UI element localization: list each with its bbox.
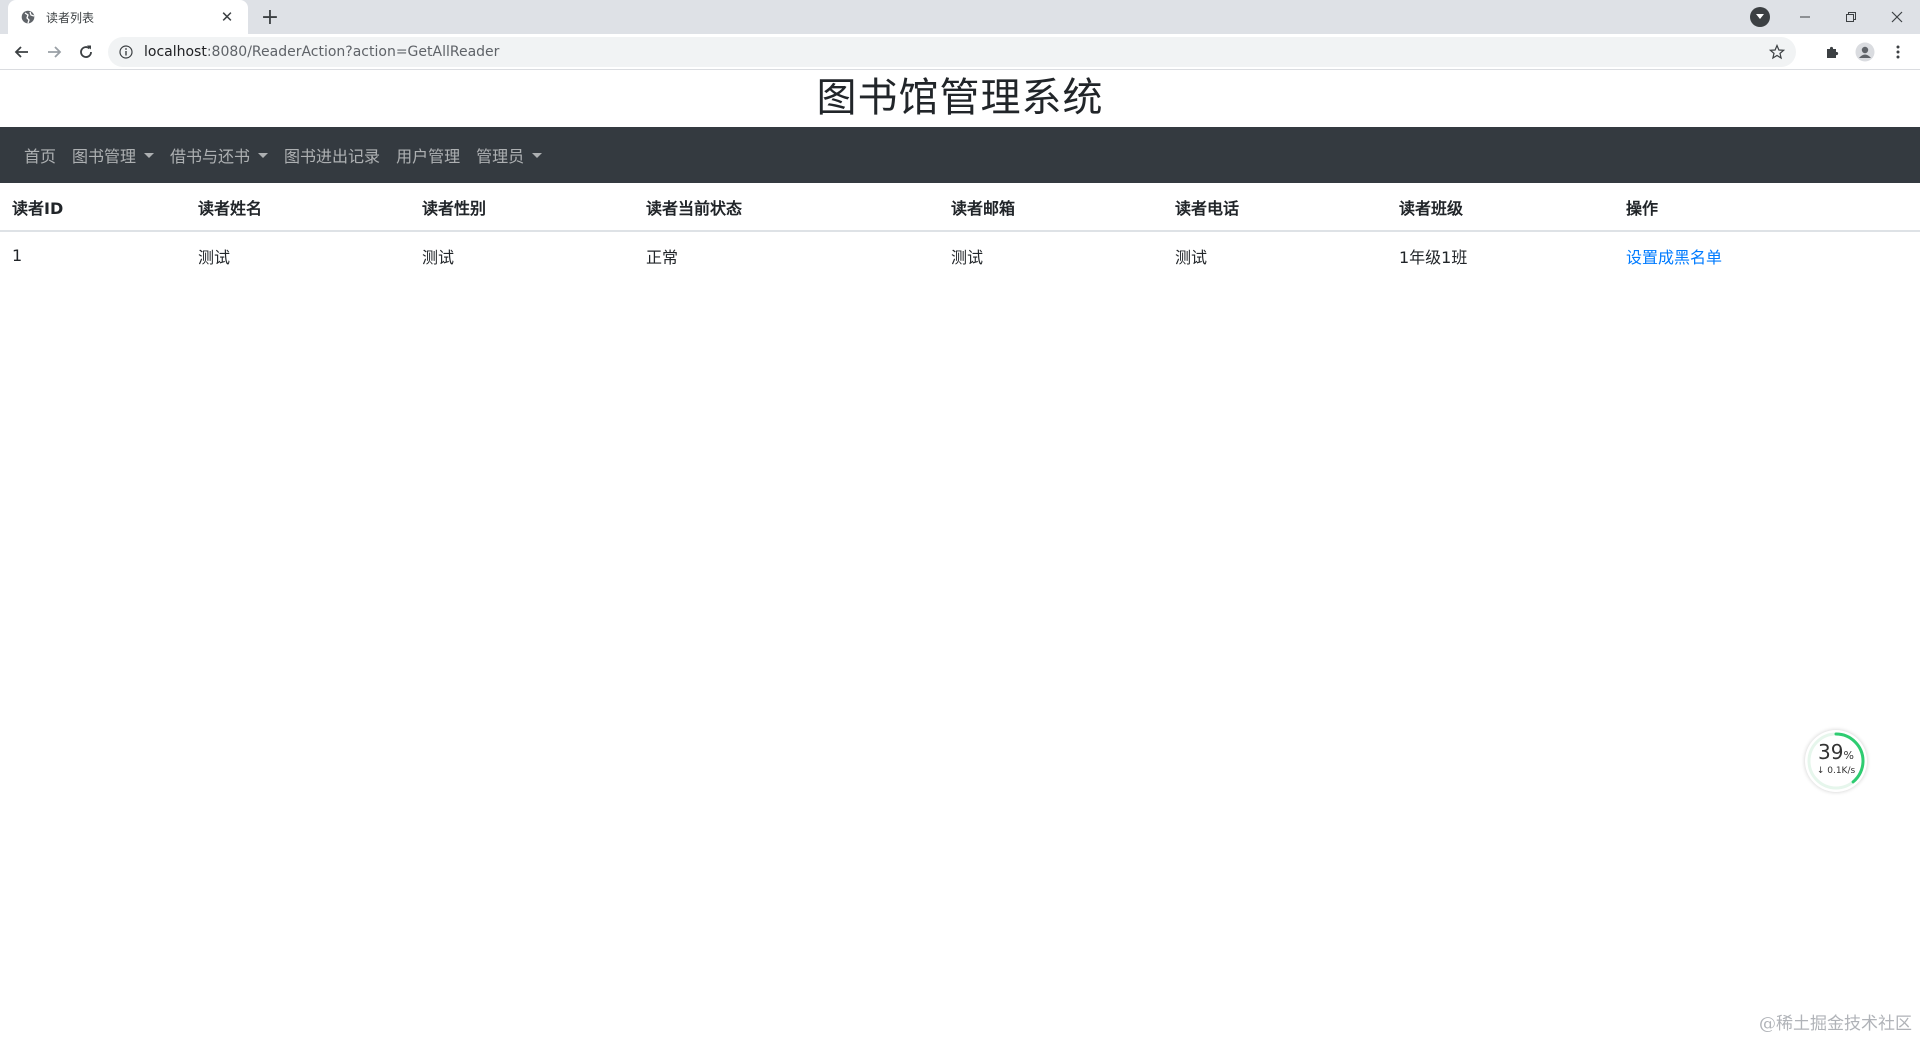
close-icon[interactable]: ✕	[218, 8, 236, 26]
star-icon[interactable]	[1768, 43, 1786, 61]
tab-strip: 读者列表 ✕ +	[0, 0, 1920, 34]
cell-reader-status: 正常	[634, 230, 939, 279]
minimize-icon[interactable]	[1782, 0, 1828, 34]
nav-book-management[interactable]: 图书管理	[64, 135, 162, 175]
reader-table: 读者ID 读者姓名 读者性别 读者当前状态 读者邮箱 读者电话 读者班级 操作 …	[0, 183, 1920, 279]
tab-title: 读者列表	[46, 10, 95, 25]
column-header-gender: 读者性别	[410, 183, 634, 232]
nav-borrow-return-label: 借书与还书	[170, 147, 251, 166]
plus-icon[interactable]: +	[258, 5, 282, 30]
table-header-row: 读者ID 读者姓名 读者性别 读者当前状态 读者邮箱 读者电话 读者班级 操作	[0, 183, 1920, 232]
cell-reader-id: 1	[0, 230, 186, 279]
table-row: 1 测试 测试 正常 测试 测试 1年级1班 设置成黑名单	[0, 230, 1920, 279]
download-arrow-icon: ↓	[1816, 766, 1825, 776]
address-bar[interactable]: localhost:8080/ReaderAction?action=GetAl…	[108, 37, 1796, 67]
browser-toolbar: localhost:8080/ReaderAction?action=GetAl…	[0, 34, 1920, 70]
cell-reader-gender: 测试	[410, 230, 634, 279]
cell-reader-name: 测试	[186, 230, 410, 279]
caret-down-icon	[532, 152, 543, 158]
forward-arrow-icon[interactable]	[40, 38, 68, 66]
url-path: :8080/ReaderAction?action=GetAllReader	[206, 44, 500, 60]
column-header-status: 读者当前状态	[634, 183, 939, 232]
page-content: 图书馆管理系统 首页 图书管理 借书与还书 图书进出记录 用户管理 管理员 读者…	[0, 70, 1920, 1040]
back-arrow-icon[interactable]	[8, 38, 36, 66]
puzzle-icon[interactable]	[1821, 40, 1845, 64]
column-header-phone: 读者电话	[1163, 183, 1387, 232]
kebab-menu-icon[interactable]	[1886, 40, 1910, 64]
column-header-email: 读者邮箱	[939, 183, 1163, 232]
nav-book-management-label: 图书管理	[72, 147, 137, 166]
restore-icon[interactable]	[1828, 0, 1874, 34]
cell-reader-email: 测试	[939, 230, 1163, 279]
cell-action: 设置成黑名单	[1614, 230, 1920, 279]
column-header-id: 读者ID	[0, 183, 186, 232]
nav-book-records[interactable]: 图书进出记录	[276, 135, 388, 175]
main-navbar: 首页 图书管理 借书与还书 图书进出记录 用户管理 管理员	[0, 127, 1920, 183]
nav-book-records-label: 图书进出记录	[284, 147, 381, 166]
cell-reader-phone: 测试	[1163, 230, 1387, 279]
speed-rate-value: 0.1K/s	[1827, 766, 1856, 776]
nav-home-label: 首页	[24, 147, 57, 166]
reload-icon[interactable]	[72, 38, 100, 66]
speed-percent-unit: %	[1843, 749, 1854, 762]
column-header-action: 操作	[1614, 183, 1920, 232]
column-header-class: 读者班级	[1387, 183, 1614, 232]
column-header-name: 读者姓名	[186, 183, 410, 232]
caret-down-icon	[258, 152, 269, 158]
page-title: 图书馆管理系统	[816, 75, 1104, 121]
speed-percent-value: 39	[1818, 740, 1844, 764]
close-window-icon[interactable]	[1874, 0, 1920, 34]
set-blacklist-link[interactable]: 设置成黑名单	[1626, 248, 1722, 267]
nav-home[interactable]: 首页	[16, 135, 64, 175]
cell-reader-class: 1年级1班	[1387, 230, 1614, 279]
nav-user-management[interactable]: 用户管理	[388, 135, 468, 175]
globe-icon	[20, 9, 36, 25]
speed-percent: 39%	[1805, 741, 1867, 767]
network-speed-widget[interactable]: 39% ↓ 0.1K/s	[1805, 730, 1867, 792]
info-icon[interactable]	[118, 44, 134, 60]
url-text: localhost:8080/ReaderAction?action=GetAl…	[144, 44, 499, 60]
url-host: localhost	[144, 44, 207, 60]
nav-borrow-return[interactable]: 借书与还书	[162, 135, 276, 175]
nav-admin-label: 管理员	[476, 147, 525, 166]
profile-icon[interactable]	[1853, 40, 1877, 64]
nav-user-management-label: 用户管理	[396, 147, 461, 166]
browser-tab[interactable]: 读者列表 ✕	[8, 0, 248, 34]
caret-down-icon	[144, 152, 155, 158]
speed-rate: ↓ 0.1K/s	[1805, 766, 1867, 776]
watermark: @稀土掘金技术社区	[1759, 1014, 1912, 1034]
chevron-down-icon[interactable]	[1750, 7, 1770, 27]
nav-admin[interactable]: 管理员	[468, 135, 550, 175]
